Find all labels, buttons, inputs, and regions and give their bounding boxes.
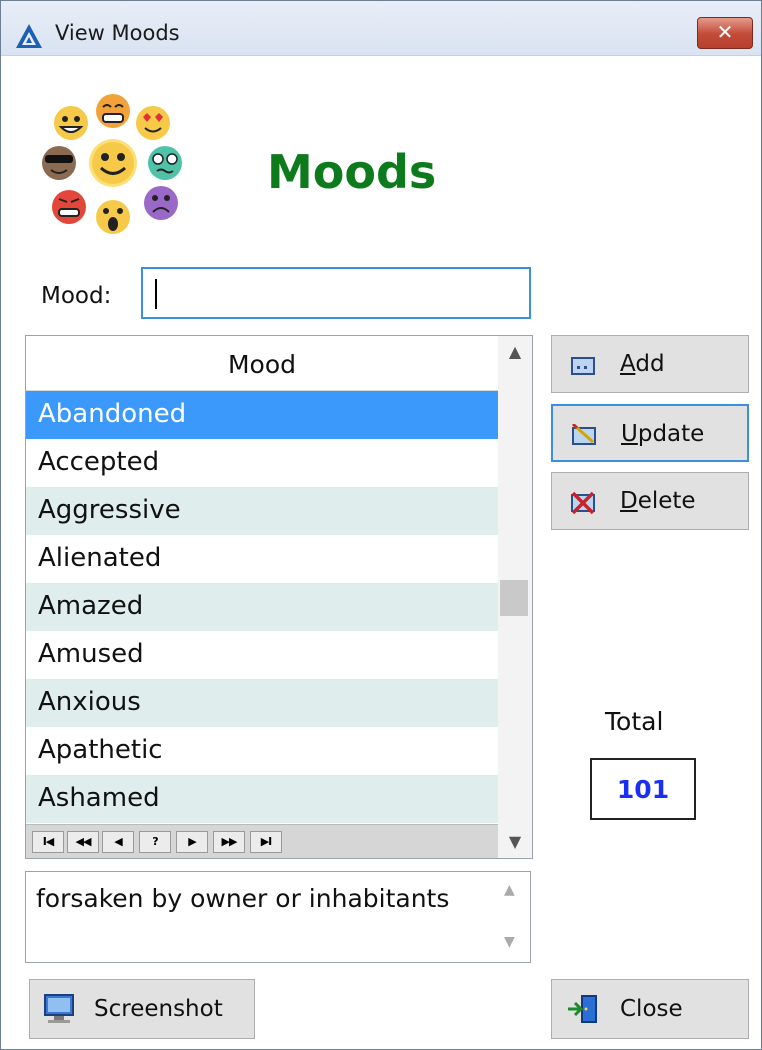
- row-label: Abandoned: [38, 399, 187, 429]
- next-record-button[interactable]: ▶: [176, 831, 208, 853]
- scroll-down-icon[interactable]: ▼: [506, 832, 524, 852]
- close-button-label: Close: [620, 996, 683, 1022]
- table-row[interactable]: Ashamed: [26, 775, 498, 823]
- delete-button[interactable]: Delete: [551, 472, 749, 530]
- screenshot-button[interactable]: Screenshot: [29, 979, 255, 1039]
- view-moods-window: View Moods ✕ Moods Mood: Mood Abandoned …: [0, 0, 762, 1050]
- row-label: Apathetic: [38, 735, 163, 765]
- row-label: Ashamed: [38, 783, 160, 813]
- edit-record-icon: [571, 424, 596, 445]
- table-row[interactable]: Anxious: [26, 679, 498, 727]
- close-button[interactable]: Close: [551, 979, 749, 1039]
- update-button[interactable]: Update: [551, 404, 749, 462]
- delete-record-icon: [571, 491, 595, 515]
- mood-description-box[interactable]: forsaken by owner or inhabitants ▲ ▼: [25, 871, 531, 963]
- emoji-cluster-logo: [42, 94, 182, 234]
- first-record-button[interactable]: I◀: [32, 831, 64, 853]
- table-row[interactable]: Amazed: [26, 583, 498, 631]
- scroll-thumb[interactable]: [500, 580, 528, 616]
- total-label: Total: [605, 707, 664, 736]
- table-row[interactable]: Amused: [26, 631, 498, 679]
- table-row[interactable]: Accepted: [26, 439, 498, 487]
- page-title: Moods: [267, 145, 437, 199]
- update-button-label: Update: [621, 421, 705, 447]
- find-record-button[interactable]: ?: [139, 831, 171, 853]
- title-bar[interactable]: View Moods ✕: [1, 1, 761, 56]
- mood-description-text: forsaken by owner or inhabitants: [36, 884, 450, 913]
- window-title: View Moods: [55, 21, 180, 45]
- row-label: Amazed: [38, 591, 144, 621]
- add-button-label: Add: [620, 351, 665, 377]
- app-triangle-icon: [16, 24, 42, 48]
- next-page-button[interactable]: ▶▶: [213, 831, 245, 853]
- monitor-icon: [44, 994, 74, 1023]
- table-row[interactable]: Aggressive: [26, 487, 498, 535]
- text-caret: [155, 279, 157, 309]
- last-record-button[interactable]: ▶I: [250, 831, 282, 853]
- row-label: Anxious: [38, 687, 141, 717]
- total-value: 101: [616, 775, 670, 804]
- add-record-icon: [571, 357, 595, 375]
- table-row[interactable]: Apathetic: [26, 727, 498, 775]
- description-scroll-down-icon[interactable]: ▼: [504, 934, 515, 950]
- previous-page-button[interactable]: ◀◀: [67, 831, 99, 853]
- row-label: Alienated: [38, 543, 162, 573]
- screenshot-button-label: Screenshot: [94, 996, 223, 1022]
- previous-record-button[interactable]: ◀: [102, 831, 134, 853]
- window-close-button[interactable]: ✕: [697, 17, 753, 49]
- record-navigation-bar: I◀ ◀◀ ◀ ? ▶ ▶▶ ▶I: [26, 824, 498, 858]
- row-label: Amused: [38, 639, 144, 669]
- table-row[interactable]: Abandoned: [26, 391, 498, 439]
- grid-column-header[interactable]: Mood: [26, 336, 498, 391]
- table-row[interactable]: Alienated: [26, 535, 498, 583]
- moods-grid[interactable]: Mood Abandoned Accepted Aggressive Alien…: [25, 335, 533, 859]
- add-button[interactable]: Add: [551, 335, 749, 393]
- delete-button-label: Delete: [620, 488, 696, 514]
- description-scroll-up-icon[interactable]: ▲: [504, 882, 515, 898]
- grid-column-header-label: Mood: [227, 350, 297, 379]
- exit-door-icon: [568, 995, 597, 1023]
- row-label: Accepted: [38, 447, 160, 477]
- mood-field-label: Mood:: [41, 283, 112, 309]
- row-label: Aggressive: [38, 495, 181, 525]
- total-box: 101: [590, 758, 696, 820]
- grid-scrollbar[interactable]: ▲ ▼: [498, 336, 532, 858]
- scroll-up-icon[interactable]: ▲: [506, 342, 524, 362]
- mood-input[interactable]: [141, 267, 531, 319]
